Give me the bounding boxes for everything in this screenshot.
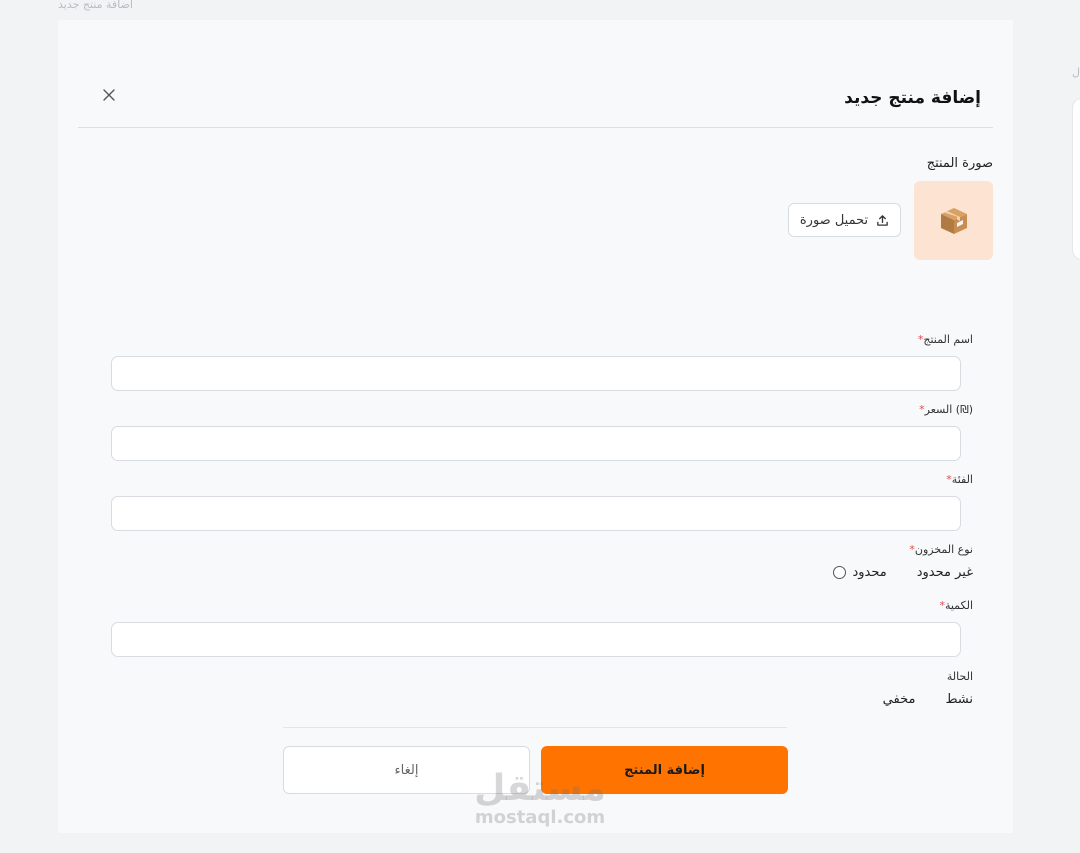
- category-input[interactable]: [111, 496, 961, 531]
- stock-type-label: *نوع المخزون: [906, 543, 973, 556]
- upload-image-button[interactable]: تحميل صورة: [788, 203, 901, 237]
- status-active-label: نشط: [945, 692, 973, 707]
- add-product-modal: إضافة منتج جديد صورة المنتج تحميل صورة *…: [58, 20, 1013, 833]
- stock-type-limited-radio[interactable]: [833, 566, 847, 579]
- product-name-input[interactable]: [111, 356, 961, 391]
- cancel-button[interactable]: إلغاء: [283, 746, 530, 794]
- background-card: [1072, 98, 1080, 260]
- background-caption: اضافة منتج جديد: [58, 0, 133, 11]
- status-hidden-option[interactable]: مخفي: [883, 692, 916, 707]
- header-divider: [78, 127, 993, 128]
- upload-icon: [877, 214, 888, 226]
- stock-type-options: غير محدود محدود: [833, 565, 973, 580]
- status-options: نشط مخفي: [883, 692, 973, 707]
- product-name-label-text: اسم المنتج: [923, 333, 973, 346]
- product-image-label: صورة المنتج: [926, 156, 993, 171]
- product-image-preview: [914, 181, 993, 260]
- upload-button-label: تحميل صورة: [799, 212, 869, 228]
- quantity-label-text: الكمية: [944, 599, 973, 612]
- close-icon: [103, 89, 115, 101]
- price-label: *السعر (₪): [916, 403, 973, 416]
- status-active-option[interactable]: نشط: [945, 692, 973, 707]
- stock-type-limited-option[interactable]: محدود: [833, 565, 887, 580]
- status-label: الحالة: [946, 670, 973, 683]
- stock-type-label-text: نوع المخزون: [914, 543, 973, 556]
- status-hidden-label: مخفي: [882, 692, 916, 707]
- package-icon: [940, 207, 967, 234]
- product-name-label: *اسم المنتج: [915, 333, 973, 346]
- category-label: *الفئة: [943, 473, 973, 486]
- stock-type-unlimited-label: غير محدود: [916, 565, 973, 580]
- quantity-input[interactable]: [111, 622, 961, 657]
- footer-divider: [283, 727, 787, 728]
- modal-title: إضافة منتج جديد: [844, 88, 981, 108]
- add-product-button[interactable]: إضافة المنتج: [541, 746, 788, 794]
- category-label-text: الفئة: [951, 473, 973, 486]
- background-edge-text: ل: [1072, 66, 1080, 79]
- quantity-label: *الكمية: [936, 599, 973, 612]
- stock-type-unlimited-option[interactable]: غير محدود: [917, 565, 973, 580]
- stock-type-limited-label: محدود: [852, 565, 887, 580]
- price-label-text: السعر (₪): [924, 403, 973, 416]
- price-input[interactable]: [111, 426, 961, 461]
- close-button[interactable]: [98, 84, 120, 106]
